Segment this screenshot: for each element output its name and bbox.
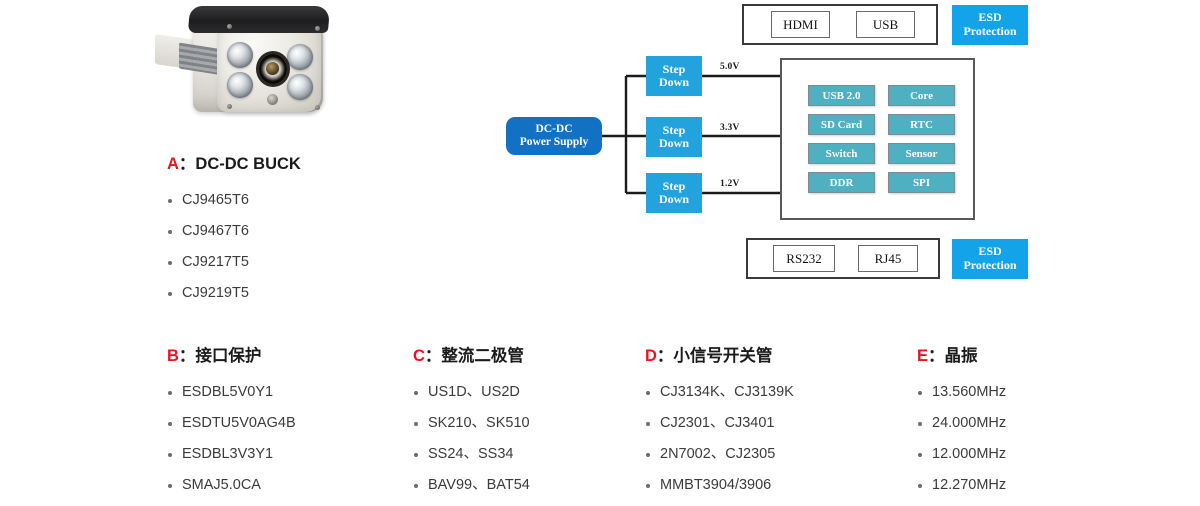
io-strip-top: HDMI USB xyxy=(742,4,938,45)
section-a-title: A：DC-DC BUCK xyxy=(167,150,301,174)
list-item: ESDTU5V0AG4B xyxy=(167,408,296,439)
voltage-label-3v3: 3.3V xyxy=(720,123,740,133)
dc-dc-power-supply-label: DC-DC Power Supply xyxy=(520,123,588,149)
step-label-line2: Down xyxy=(658,136,689,150)
step-label-line2: Down xyxy=(658,192,689,206)
power-label-line2: Power Supply xyxy=(519,136,589,148)
section-b-interface-protection: B：接口保护 ESDBL5V0Y1 ESDTU5V0AG4B ESDBL3V3Y… xyxy=(167,342,296,506)
io-strip-bottom: RS232 RJ45 xyxy=(746,238,940,279)
list-item: ESDBL5V0Y1 xyxy=(167,377,296,408)
list-item: SK210、SK510 xyxy=(413,408,530,439)
soc-block-spi: SPI xyxy=(888,172,955,193)
esd-top-label: ESD Protection xyxy=(963,10,1017,39)
list-item: 12.270MHz xyxy=(917,470,1006,501)
soc-block-rtc: RTC xyxy=(888,114,955,135)
step-down-label-5v: Step Down xyxy=(658,61,689,90)
list-item: US1D、US2D xyxy=(413,377,530,408)
section-d-list: CJ3134K、CJ3139K CJ2301、CJ3401 2N7002、CJ2… xyxy=(645,377,794,506)
section-c-list: US1D、US2D SK210、SK510 SS24、SS34 BAV99、BA… xyxy=(413,377,530,501)
step-label-line2: Down xyxy=(658,75,689,89)
step-down-block-1v2: Step Down xyxy=(646,173,702,213)
power-label-line1: DC-DC xyxy=(535,123,573,136)
esd-bottom-label: ESD Protection xyxy=(963,244,1017,273)
section-d-small-signal-switch: D：小信号开关管 CJ3134K、CJ3139K CJ2301、CJ3401 2… xyxy=(645,342,794,506)
dc-dc-power-supply-block: DC-DC Power Supply xyxy=(506,117,602,155)
esd-label-line1: ESD xyxy=(978,10,1002,25)
io-port-rs232: RS232 xyxy=(773,245,835,272)
section-e-title: E：晶振 xyxy=(917,342,1006,366)
section-c-letter: C xyxy=(413,347,425,365)
section-e-letter: E xyxy=(917,347,929,365)
section-c-rectifier-diode: C：整流二极管 US1D、US2D SK210、SK510 SS24、SS34 … xyxy=(413,342,530,501)
list-item: CJ9465T6 xyxy=(167,185,301,216)
step-label-line1: Step xyxy=(662,61,686,76)
list-item: 12.000MHz xyxy=(917,439,1006,470)
io-port-usb: USB xyxy=(856,11,915,38)
step-label-line1: Step xyxy=(662,122,686,137)
list-item: 24.000MHz xyxy=(917,408,1006,439)
step-label-line1: Step xyxy=(662,178,686,193)
esd-label-line1: ESD xyxy=(978,244,1002,259)
step-down-block-3v3: Step Down xyxy=(646,117,702,157)
section-a-letter: A xyxy=(167,155,179,173)
section-c-title: C：整流二极管 xyxy=(413,342,530,366)
soc-block-ddr: DDR xyxy=(808,172,875,193)
soc-block-sensor: Sensor xyxy=(888,143,955,164)
soc-block-switch: Switch xyxy=(808,143,875,164)
section-a-list: CJ9465T6 CJ9467T6 CJ9217T5 CJ9219T5 xyxy=(167,185,301,309)
voltage-label-5v: 5.0V xyxy=(720,62,740,72)
section-e-separator: ： xyxy=(928,347,945,365)
section-b-letter: B xyxy=(167,347,179,365)
soc-block-core: Core xyxy=(888,85,955,106)
esd-label-line2: Protection xyxy=(963,258,1017,272)
list-item: CJ9219T5 xyxy=(167,278,301,309)
list-item: 13.560MHz xyxy=(917,377,1006,408)
soc-block-sdcard: SD Card xyxy=(808,114,875,135)
section-b-list: ESDBL5V0Y1 ESDTU5V0AG4B ESDBL3V3Y1 SMAJ5… xyxy=(167,377,296,506)
step-down-label-1v2: Step Down xyxy=(658,178,689,207)
section-a-separator: ： xyxy=(178,155,196,173)
section-b-title: B：接口保护 xyxy=(167,342,296,366)
voltage-label-1v2: 1.2V xyxy=(720,179,740,189)
list-item: S8050、S8550 xyxy=(645,501,794,506)
section-e-crystal-oscillator: E：晶振 13.560MHz 24.000MHz 12.000MHz 12.27… xyxy=(917,342,1006,501)
list-item: CJ9217T5 xyxy=(167,247,301,278)
section-d-separator: ： xyxy=(656,347,674,365)
list-item: SMAJ5.0CA xyxy=(167,470,296,501)
esd-label-line2: Protection xyxy=(963,24,1017,38)
section-c-title-text: 整流二极管 xyxy=(441,347,524,365)
list-item: BAV99、BAT54 xyxy=(413,470,530,501)
list-item: CJ9467T6 xyxy=(167,216,301,247)
io-port-rj45: RJ45 xyxy=(858,245,918,272)
list-item: CJ3134K、CJ3139K xyxy=(645,377,794,408)
soc-container-box: USB 2.0 Core SD Card RTC Switch Sensor D… xyxy=(780,58,975,220)
step-down-label-3v3: Step Down xyxy=(658,122,689,151)
section-a-title-text: DC-DC BUCK xyxy=(195,155,301,173)
esd-protection-block-bottom: ESD Protection xyxy=(952,239,1028,279)
section-e-list: 13.560MHz 24.000MHz 12.000MHz 12.270MHz xyxy=(917,377,1006,501)
io-port-hdmi: HDMI xyxy=(771,11,830,38)
section-d-title: D：小信号开关管 xyxy=(645,342,794,366)
section-b-separator: ： xyxy=(178,347,196,365)
section-e-title-text: 晶振 xyxy=(944,347,978,365)
soc-block-usb20: USB 2.0 xyxy=(808,85,875,106)
list-item: SS24、SS34 xyxy=(413,439,530,470)
section-a-dc-dc-buck: A：DC-DC BUCK CJ9465T6 CJ9467T6 CJ9217T5 … xyxy=(167,150,301,309)
list-item: CJ2301、CJ3401 xyxy=(645,408,794,439)
section-d-title-text: 小信号开关管 xyxy=(673,347,773,365)
section-b-title-text: 接口保护 xyxy=(195,347,262,365)
esd-protection-block-top: ESD Protection xyxy=(952,5,1028,45)
list-item: 2N7002、CJ2305 xyxy=(645,439,794,470)
section-c-separator: ： xyxy=(424,347,442,365)
section-d-letter: D xyxy=(645,347,657,365)
list-item: SMAJ6.5CA xyxy=(167,501,296,506)
list-item: MMBT3904/3906 xyxy=(645,470,794,501)
list-item: ESDBL3V3Y1 xyxy=(167,439,296,470)
page-root: DC-DC Power Supply Step Down Step Down S… xyxy=(0,0,1200,506)
step-down-block-5v: Step Down xyxy=(646,56,702,96)
